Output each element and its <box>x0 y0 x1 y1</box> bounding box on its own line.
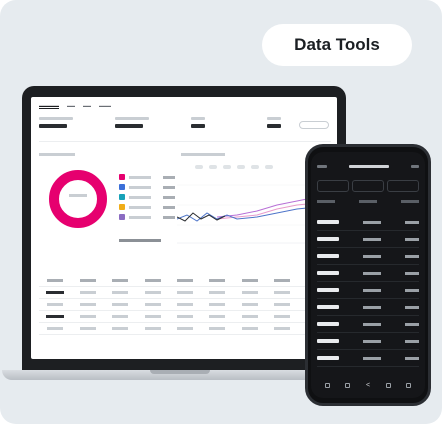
data-table <box>39 275 331 335</box>
tab[interactable]: ▬▬ <box>67 103 75 109</box>
data-tools-badge: Data Tools <box>262 24 412 66</box>
laptop-screen-dashboard: ▬▬▬▬▬ ▬▬ ▬▬ ▬▬▬ <box>31 97 337 359</box>
legend-item <box>119 212 175 222</box>
list-item[interactable] <box>317 282 419 299</box>
stats-row <box>39 117 313 128</box>
segment[interactable] <box>352 180 384 192</box>
table-row[interactable] <box>39 311 331 323</box>
segment[interactable] <box>317 180 349 192</box>
phone-list <box>317 214 419 367</box>
table-row[interactable] <box>39 299 331 311</box>
legend-item <box>119 202 175 212</box>
phone-title <box>349 164 389 168</box>
legend-link[interactable] <box>119 239 161 242</box>
list-item[interactable] <box>317 214 419 231</box>
donut-center-label <box>69 194 87 197</box>
table-header-row <box>39 275 331 287</box>
nav-home-icon[interactable] <box>324 382 330 388</box>
stat-block <box>115 117 161 128</box>
chart-range-chips <box>195 165 273 169</box>
range-chip[interactable] <box>223 165 231 169</box>
table-row[interactable] <box>39 323 331 335</box>
legend-item <box>119 192 175 202</box>
phone-list-header <box>317 200 419 206</box>
list-item[interactable] <box>317 350 419 367</box>
filter-button[interactable] <box>299 121 329 129</box>
segment[interactable] <box>387 180 419 192</box>
legend-item <box>119 172 175 182</box>
phone-bottom-nav: < <box>317 380 419 390</box>
list-item[interactable] <box>317 316 419 333</box>
line-chart-title <box>181 153 225 156</box>
legend-item <box>119 182 175 192</box>
nav-list-icon[interactable] <box>345 382 351 388</box>
tab[interactable]: ▬▬▬ <box>99 103 111 109</box>
divider <box>39 141 331 142</box>
share-icon[interactable]: < <box>366 382 370 389</box>
nav-settings-icon[interactable] <box>406 382 412 388</box>
nav-plus-icon[interactable] <box>385 382 391 388</box>
tab-active[interactable]: ▬▬▬▬▬ <box>39 103 59 109</box>
donut-legend <box>119 172 175 222</box>
dashboard-tabs: ▬▬▬▬▬ ▬▬ ▬▬ ▬▬▬ <box>39 103 111 109</box>
menu-icon[interactable] <box>411 164 419 168</box>
list-item[interactable] <box>317 265 419 282</box>
back-icon[interactable] <box>317 164 327 168</box>
phone-segmented-control <box>317 180 419 192</box>
list-item[interactable] <box>317 299 419 316</box>
phone-screen-watchlist: < <box>311 152 425 398</box>
stat-block <box>191 117 237 128</box>
range-chip[interactable] <box>251 165 259 169</box>
phone-header <box>317 162 419 170</box>
list-item[interactable] <box>317 231 419 248</box>
range-chip[interactable] <box>209 165 217 169</box>
stat-block <box>39 117 85 128</box>
laptop-notch <box>150 370 210 374</box>
list-item[interactable] <box>317 248 419 265</box>
donut-chart <box>49 170 107 228</box>
range-chip[interactable] <box>195 165 203 169</box>
table-row[interactable] <box>39 287 331 299</box>
feature-card: Data Tools ▬▬▬▬▬ ▬▬ ▬▬ ▬▬▬ < <box>0 0 442 424</box>
range-chip[interactable] <box>265 165 273 169</box>
list-item[interactable] <box>317 333 419 350</box>
tab[interactable]: ▬▬ <box>83 103 91 109</box>
range-chip[interactable] <box>237 165 245 169</box>
donut-chart-title <box>39 153 75 156</box>
